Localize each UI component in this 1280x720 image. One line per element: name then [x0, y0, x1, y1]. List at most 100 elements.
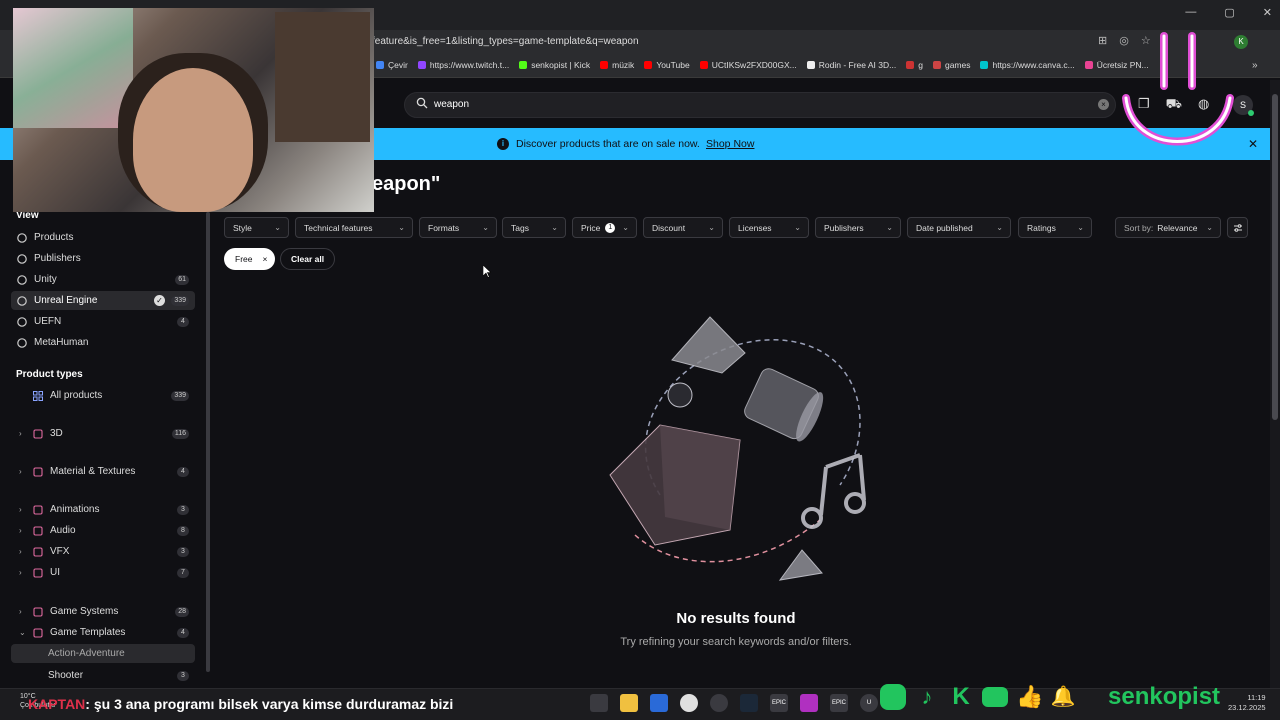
- bookmark-item[interactable]: https://www.canva.c...: [980, 60, 1075, 70]
- chrome-icon[interactable]: [680, 694, 698, 712]
- taskbar-apps: EPIC EPIC U: [590, 694, 878, 712]
- search-clear-button[interactable]: ×: [1098, 99, 1109, 110]
- sidebar-item-metahuman[interactable]: MetaHuman: [11, 333, 195, 352]
- sidebar: View Products Publishers Unity 61 Unreal Eng…: [0, 210, 205, 688]
- sidebar-item-all-products[interactable]: All products 339: [11, 386, 195, 405]
- filter-formats[interactable]: Formats ⌄: [419, 217, 497, 238]
- steam-icon[interactable]: [740, 694, 758, 712]
- epic-launcher-icon[interactable]: EPIC: [830, 694, 848, 712]
- sidebar-item-animations[interactable]: › Animations 3: [11, 500, 195, 519]
- filter-label: Price: [581, 222, 601, 233]
- bookmark-item[interactable]: Çevir: [376, 60, 408, 70]
- sidebar-item-unity[interactable]: Unity 61: [11, 270, 195, 289]
- discord-icon[interactable]: [710, 694, 728, 712]
- bookmark-item[interactable]: müzik: [600, 60, 634, 70]
- unreal-engine-icon[interactable]: U: [860, 694, 878, 712]
- count-badge: 61: [175, 274, 189, 285]
- filter-technical-features[interactable]: Technical features ⌄: [295, 217, 413, 238]
- filter-settings-button[interactable]: [1227, 217, 1248, 238]
- ticker-message: : şu 3 ana programı bilsek varya kimse d…: [85, 696, 454, 712]
- sidebar-subitem-shooter[interactable]: Shooter 3: [11, 666, 195, 685]
- sort-dropdown[interactable]: Sort by: Relevance ⌄: [1115, 217, 1221, 238]
- sidebar-item-unreal-engine[interactable]: Unreal Engine ✓ 339: [11, 291, 195, 310]
- chevron-right-icon[interactable]: ›: [19, 568, 29, 577]
- filter-ratings[interactable]: Ratings ⌄: [1018, 217, 1092, 238]
- box-icon: [17, 232, 27, 243]
- bookmark-label: YouTube: [656, 60, 690, 70]
- bookmark-label: games: [944, 60, 971, 70]
- filter-style[interactable]: Style ⌄: [224, 217, 289, 238]
- search-value[interactable]: weapon: [434, 99, 469, 110]
- sidebar-item-material-textures[interactable]: › Material & Textures 4: [11, 462, 195, 481]
- chevron-right-icon[interactable]: ›: [19, 526, 29, 535]
- banner-close-icon[interactable]: ✕: [1248, 137, 1258, 151]
- active-filter-free[interactable]: Free ×: [224, 248, 276, 270]
- streamer-face: [133, 68, 253, 212]
- sidebar-item-game-systems[interactable]: › Game Systems 28: [11, 602, 195, 621]
- sidebar-item-label: UEFN: [34, 316, 62, 327]
- sidebar-subitem-action-adventure[interactable]: Action-Adventure: [11, 644, 195, 663]
- texture-icon: [33, 466, 43, 477]
- sidebar-item-label: Publishers: [34, 253, 81, 264]
- page-scrollbar-thumb[interactable]: [1272, 94, 1278, 420]
- bookmark-item[interactable]: g: [906, 60, 923, 70]
- bookmarks-more-button[interactable]: »: [1252, 60, 1258, 71]
- app-icon[interactable]: [800, 694, 818, 712]
- sidebar-scrollbar[interactable]: [206, 212, 210, 672]
- filter-price[interactable]: Price 1 ⌄: [572, 217, 637, 238]
- bookmark-item[interactable]: YouTube: [644, 60, 690, 70]
- minimize-button[interactable]: —: [1185, 6, 1196, 19]
- count-badge: 3: [177, 504, 189, 515]
- clear-all-button[interactable]: Clear all: [280, 248, 336, 270]
- epic-games-icon[interactable]: EPIC: [770, 694, 788, 712]
- filter-tags[interactable]: Tags ⌄: [502, 217, 566, 238]
- bookmark-item[interactable]: senkopist | Kick: [519, 60, 590, 70]
- filter-date-published[interactable]: Date published ⌄: [907, 217, 1011, 238]
- sidebar-item-ui[interactable]: › UI 7: [11, 563, 195, 582]
- sidebar-item-uefn[interactable]: UEFN 4: [11, 312, 195, 331]
- chevron-right-icon[interactable]: ›: [19, 429, 29, 438]
- bookmark-item[interactable]: https://www.twitch.t...: [417, 60, 510, 70]
- chevron-right-icon[interactable]: ›: [19, 547, 29, 556]
- shop-now-link[interactable]: Shop Now: [706, 138, 754, 150]
- close-window-button[interactable]: ✕: [1263, 6, 1272, 19]
- bookmark-list: Çevir https://www.twitch.t... senkopist | …: [376, 60, 1149, 70]
- unity-icon: [17, 274, 27, 285]
- bookmark-item[interactable]: Rodin - Free AI 3D...: [806, 60, 896, 70]
- search-input[interactable]: [404, 92, 1116, 118]
- remove-filter-icon[interactable]: ×: [262, 254, 267, 264]
- chevron-right-icon[interactable]: ›: [19, 467, 29, 476]
- sidebar-item-label: 3D: [50, 428, 63, 439]
- audio-icon: [33, 525, 43, 536]
- sidebar-item-products[interactable]: Products: [11, 228, 195, 247]
- system-clock[interactable]: 11:19 23.12.2025: [1228, 693, 1266, 713]
- translate-icon[interactable]: ⊞: [1098, 34, 1107, 47]
- store-icon[interactable]: [650, 694, 668, 712]
- url-text[interactable]: feature&is_free=1&listing_types=game-tem…: [372, 36, 639, 47]
- bookmark-item[interactable]: games: [932, 60, 971, 70]
- sidebar-item-3d[interactable]: › 3D 116: [11, 424, 195, 443]
- sidebar-item-game-templates[interactable]: ⌄ Game Templates 4: [11, 623, 195, 642]
- folder-icon[interactable]: [620, 694, 638, 712]
- chevron-down-icon[interactable]: ⌄: [19, 628, 29, 637]
- filter-discount[interactable]: Discount ⌄: [643, 217, 723, 238]
- sidebar-item-label: Material & Textures: [50, 466, 136, 477]
- count-badge: 8: [177, 525, 189, 536]
- maximize-button[interactable]: ▢: [1224, 6, 1234, 19]
- bookmark-favicon-icon: [1084, 61, 1093, 69]
- chevron-right-icon[interactable]: ›: [19, 505, 29, 514]
- sidebar-item-publishers[interactable]: Publishers: [11, 249, 195, 268]
- info-icon: i: [497, 138, 509, 150]
- chevron-down-icon: ⌄: [708, 223, 715, 232]
- bookmark-item[interactable]: UCtIKSw2FXD00GX...: [699, 60, 797, 70]
- filter-publishers[interactable]: Publishers ⌄: [815, 217, 901, 238]
- bookmark-label: https://www.twitch.t...: [429, 60, 510, 70]
- file-explorer-icon[interactable]: [590, 694, 608, 712]
- filter-licenses[interactable]: Licenses ⌄: [729, 217, 809, 238]
- sidebar-item-label: All products: [50, 390, 103, 401]
- chevron-right-icon[interactable]: ›: [19, 607, 29, 616]
- mouse-cursor-icon: [483, 265, 491, 278]
- sidebar-item-vfx[interactable]: › VFX 3: [11, 542, 195, 561]
- sidebar-item-label: Action-Adventure: [48, 648, 125, 659]
- sidebar-item-audio[interactable]: › Audio 8: [11, 521, 195, 540]
